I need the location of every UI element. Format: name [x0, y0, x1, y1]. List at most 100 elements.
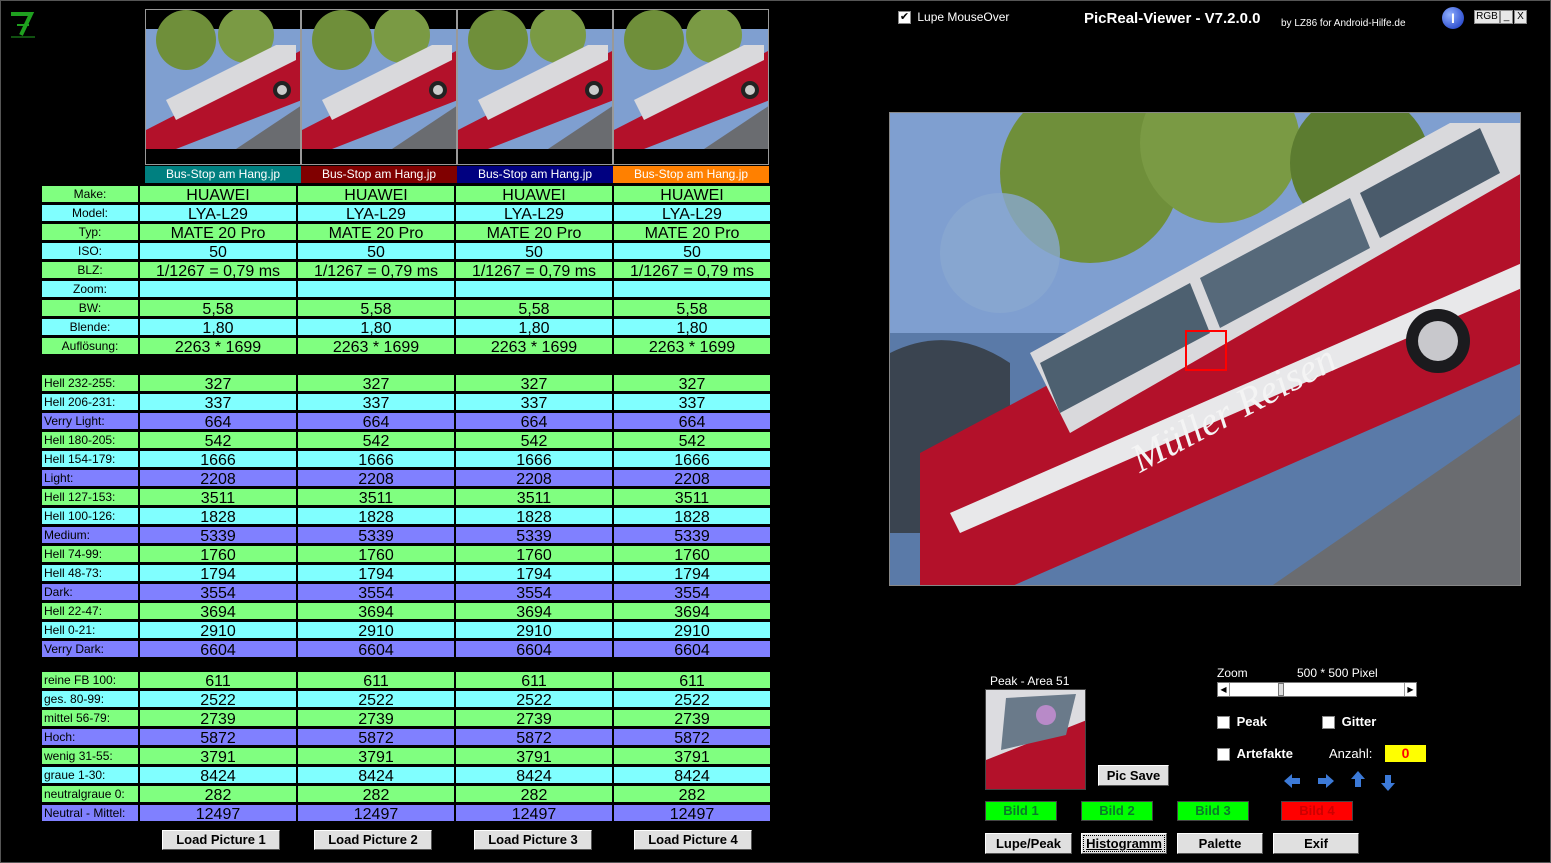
arrow-up-icon[interactable]: [1348, 769, 1368, 789]
artefakte-checkbox[interactable]: [1217, 748, 1230, 762]
cell-value: 1/1267 = 0,79 ms: [613, 261, 771, 279]
arrow-down-icon[interactable]: [1378, 773, 1398, 793]
cell-value: [455, 280, 613, 298]
cell-value: 12497: [455, 804, 613, 822]
minimize-button[interactable]: _: [1500, 10, 1513, 24]
pic-save-button[interactable]: Pic Save: [1098, 765, 1169, 786]
app-title: PicReal-Viewer - V7.2.0.0: [1084, 10, 1261, 27]
lupe-mouseover-label: Lupe MouseOver: [917, 10, 1010, 24]
bus-photo: Müller Reisen: [890, 113, 1520, 585]
row-label: Auflösung:: [41, 337, 139, 355]
bild-3-button[interactable]: Bild 3: [1177, 801, 1249, 821]
cell-value: 327: [455, 374, 613, 392]
arrow-left-icon[interactable]: [1282, 771, 1302, 791]
lupe-mouseover-checkbox[interactable]: ✔: [898, 11, 911, 25]
row-label: ges. 80-99:: [41, 690, 139, 708]
cell-value: 611: [613, 671, 771, 689]
load-picture-3-button[interactable]: Load Picture 3: [474, 830, 592, 850]
cell-value: 3554: [455, 583, 613, 601]
cell-value: 3791: [455, 747, 613, 765]
row-label: Medium:: [41, 526, 139, 544]
palette-button[interactable]: Palette: [1177, 833, 1263, 854]
cell-value: HUAWEI: [455, 185, 613, 203]
table-row: Hell 22-47: 3694 3694 3694 3694: [41, 602, 771, 621]
bild-2-button[interactable]: Bild 2: [1081, 801, 1153, 821]
peak-checkbox[interactable]: [1217, 716, 1230, 730]
load-picture-2-button[interactable]: Load Picture 2: [314, 830, 432, 850]
cell-value: 337: [139, 393, 297, 411]
row-label: Hell 154-179:: [41, 450, 139, 468]
cell-value: 2522: [297, 690, 455, 708]
thumbnail-4[interactable]: [613, 9, 769, 165]
load-picture-4-button[interactable]: Load Picture 4: [634, 830, 752, 850]
cell-value: 5339: [297, 526, 455, 544]
cell-value: 664: [613, 412, 771, 430]
cell-value: 12497: [613, 804, 771, 822]
picture-title-2: Bus-Stop am Hang.jp: [301, 166, 457, 183]
row-label: Hell 180-205:: [41, 431, 139, 449]
gitter-label: Gitter: [1341, 714, 1377, 729]
cell-value: 542: [297, 431, 455, 449]
cell-value: 664: [139, 412, 297, 430]
lupe-peak-button[interactable]: Lupe/Peak: [985, 833, 1072, 854]
cell-value: HUAWEI: [139, 185, 297, 203]
arrow-right-icon[interactable]: [1316, 771, 1336, 791]
row-label: Hell 74-99:: [41, 545, 139, 563]
cell-value: 1,80: [297, 318, 455, 336]
cell-value: 1/1267 = 0,79 ms: [139, 261, 297, 279]
load-picture-1-button[interactable]: Load Picture 1: [162, 830, 280, 850]
cell-value: 2263 * 1699: [139, 337, 297, 355]
histogramm-button[interactable]: Histogramm: [1081, 833, 1167, 854]
artefakte-option[interactable]: Artefakte: [1217, 746, 1293, 762]
row-label: Zoom:: [41, 280, 139, 298]
row-label: BLZ:: [41, 261, 139, 279]
gitter-option[interactable]: Gitter: [1322, 714, 1377, 730]
cell-value: 1666: [455, 450, 613, 468]
table-row: Hell 154-179: 1666 1666 1666 1666: [41, 450, 771, 469]
close-button[interactable]: X: [1514, 10, 1527, 24]
bild-1-button[interactable]: Bild 1: [985, 801, 1057, 821]
thumbnail-2[interactable]: [301, 9, 457, 165]
cell-value: 542: [139, 431, 297, 449]
cell-value: [297, 280, 455, 298]
table-row: wenig 31-55: 3791 3791 3791 3791: [41, 747, 771, 766]
table-row: Hell 74-99: 1760 1760 1760 1760: [41, 545, 771, 564]
cell-value: 3694: [613, 602, 771, 620]
table-row: Hoch: 5872 5872 5872 5872: [41, 728, 771, 747]
table-row: BLZ: 1/1267 = 0,79 ms 1/1267 = 0,79 ms 1/12…: [41, 261, 771, 280]
zoom-label: Zoom: [1217, 666, 1248, 680]
thumbnail-1[interactable]: [145, 9, 301, 165]
main-image-view[interactable]: Müller Reisen: [889, 112, 1521, 586]
bild-4-button[interactable]: Bild 4: [1281, 801, 1353, 821]
gitter-checkbox[interactable]: [1322, 716, 1335, 730]
row-label: graue 1-30:: [41, 766, 139, 784]
cell-value: 2208: [139, 469, 297, 487]
cell-value: 3694: [139, 602, 297, 620]
cell-value: 1,80: [613, 318, 771, 336]
table-row: BW: 5,58 5,58 5,58 5,58: [41, 299, 771, 318]
peak-option[interactable]: Peak: [1217, 714, 1267, 730]
thumbnail-3[interactable]: [457, 9, 613, 165]
table-row: Light: 2208 2208 2208 2208: [41, 469, 771, 488]
cell-value: 3791: [297, 747, 455, 765]
table-row: neutralgraue 0: 282 282 282 282: [41, 785, 771, 804]
cell-value: LYA-L29: [297, 204, 455, 222]
info-icon[interactable]: I: [1442, 7, 1464, 29]
cell-value: LYA-L29: [455, 204, 613, 222]
cell-value: 1760: [455, 545, 613, 563]
cell-value: 5872: [613, 728, 771, 746]
table-row: Dark: 3554 3554 3554 3554: [41, 583, 771, 602]
table-row: Hell 206-231: 337 337 337 337: [41, 393, 771, 412]
cell-value: 611: [455, 671, 613, 689]
cell-value: 1760: [139, 545, 297, 563]
cell-value: 6604: [139, 640, 297, 658]
cell-value: 3554: [297, 583, 455, 601]
zoom-slider[interactable]: ◀ ▶: [1217, 682, 1417, 697]
table-row: Neutral - Mittel: 12497 12497 12497 12497: [41, 804, 771, 823]
zoom-value: 500 * 500 Pixel: [1297, 666, 1378, 680]
cell-value: 5339: [613, 526, 771, 544]
exif-button[interactable]: Exif: [1273, 833, 1359, 854]
cell-value: 1794: [613, 564, 771, 582]
rgb-button[interactable]: RGB: [1474, 10, 1500, 24]
lupe-mouseover-option[interactable]: ✔ Lupe MouseOver: [898, 10, 1010, 25]
